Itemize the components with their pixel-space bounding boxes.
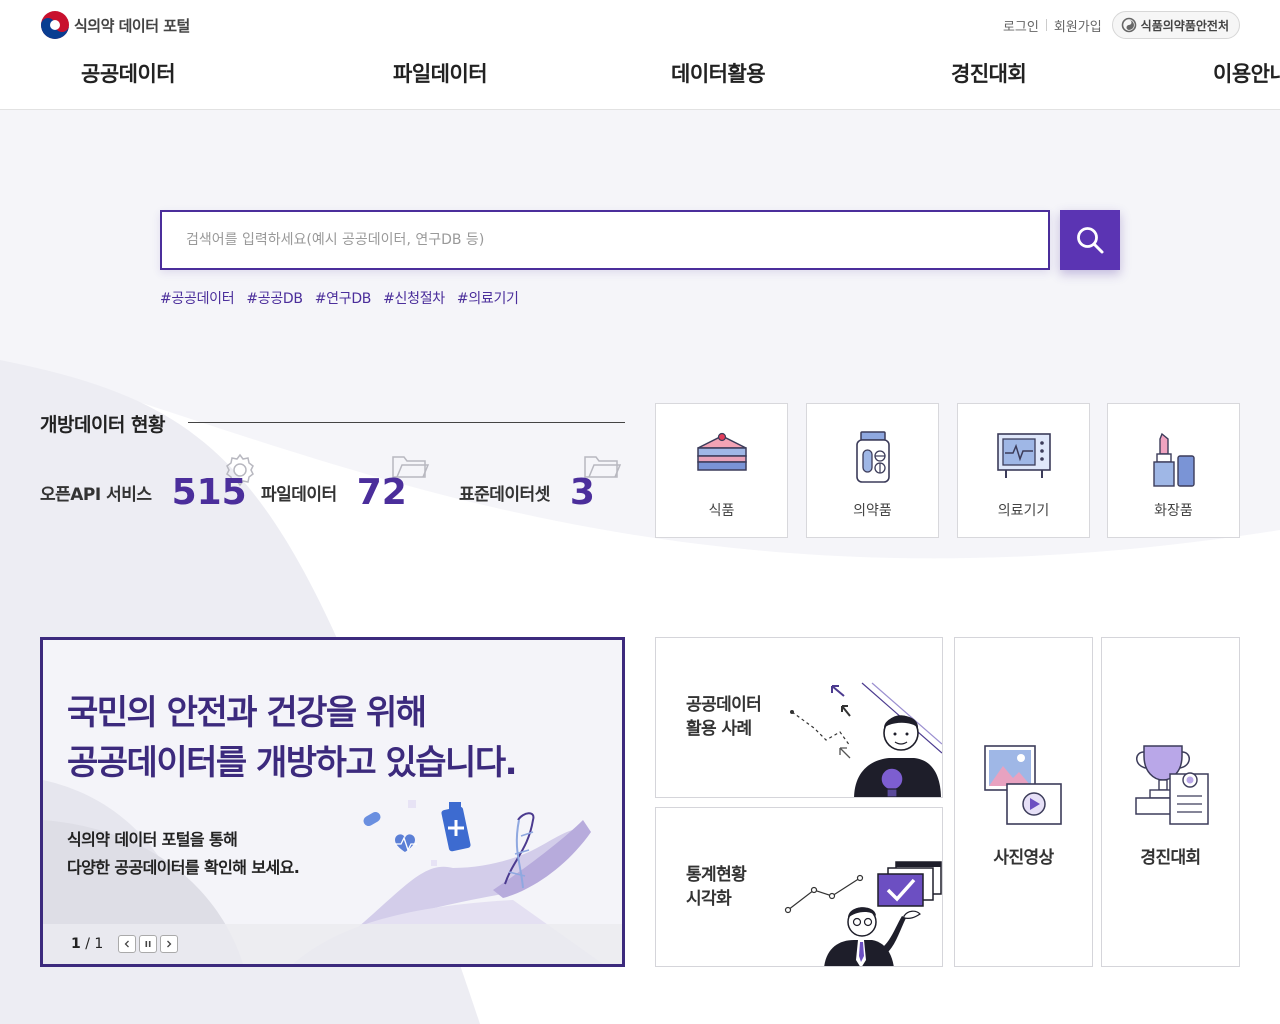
card-label-line: 활용 사례	[686, 719, 752, 739]
monitor-device-icon	[996, 433, 1051, 478]
site-logo[interactable]: 식의약 데이터 포털	[40, 10, 190, 40]
cosmetics-icon	[1152, 432, 1195, 487]
stat-openapi[interactable]: 오픈API 서비스 515	[40, 472, 247, 513]
medicine-bottle-icon	[855, 431, 890, 483]
logo-text: 식의약 데이터 포털	[74, 16, 190, 35]
photo-video-icon	[984, 745, 1062, 825]
stat-standard-dataset[interactable]: 표준데이터셋 3	[459, 472, 595, 513]
slider-controls: 1 / 1	[43, 924, 622, 964]
nav-file-data[interactable]: 파일데이터	[393, 58, 488, 88]
category-label: 의료기기	[997, 503, 1050, 519]
taegeuk-logo-icon	[41, 11, 69, 39]
trophy-certificate-icon	[1135, 745, 1209, 825]
slide-total: 1	[94, 936, 104, 952]
card-contest[interactable]: 경진대회	[1101, 637, 1240, 967]
mfds-logo-icon	[1121, 17, 1136, 33]
site-header: 식의약 데이터 포털 로그인 회원가입 식품의약품안전처 공공데이터 파일데이터…	[0, 0, 1280, 110]
nav-data-usage[interactable]: 데이터활용	[671, 58, 766, 88]
divider	[188, 422, 625, 423]
open-data-status-title: 개방데이터 현황	[40, 414, 165, 436]
stat-label: 오픈API 서비스	[40, 485, 152, 505]
promo-banner[interactable]: 국민의 안전과 건강을 위해 공공데이터를 개방하고 있습니다. 식의약 데이터…	[40, 637, 625, 967]
slide-current: 1	[71, 936, 81, 952]
tag-link[interactable]: #연구DB	[315, 288, 372, 308]
stat-label: 표준데이터셋	[459, 485, 550, 505]
card-label: 공공데이터 활용 사례	[686, 693, 762, 741]
slide-separator: /	[85, 936, 90, 952]
cake-icon	[696, 432, 747, 471]
pause-icon	[145, 941, 151, 947]
tag-link[interactable]: #신청절차	[383, 288, 445, 308]
promo-headline-line: 국민의 안전과 건강을 위해	[67, 693, 427, 733]
tag-link[interactable]: #공공데이터	[160, 288, 235, 308]
person-idea-illustration	[790, 682, 942, 797]
nav-public-data[interactable]: 공공데이터	[81, 58, 176, 88]
search-button[interactable]	[1060, 210, 1120, 270]
card-data-usecase[interactable]: 공공데이터 활용 사례	[655, 637, 943, 798]
search-input[interactable]	[160, 210, 1050, 270]
promo-subtext-line: 식의약 데이터 포털을 통해	[67, 830, 238, 849]
utility-menu: 로그인 회원가입 식품의약품안전처	[1003, 11, 1240, 39]
promo-headline: 국민의 안전과 건강을 위해 공공데이터를 개방하고 있습니다.	[67, 688, 518, 788]
card-label-line: 시각화	[686, 889, 732, 909]
main-nav: 공공데이터 파일데이터 데이터활용 경진대회 이용안내	[0, 58, 1280, 92]
card-label: 사진영상	[993, 848, 1054, 868]
card-statistics-visualization[interactable]: 통계현황 시각화	[655, 807, 943, 967]
card-label: 통계현황 시각화	[686, 863, 747, 911]
chevron-right-icon	[167, 940, 172, 948]
card-label-line: 통계현황	[686, 865, 747, 885]
person-chart-illustration	[784, 861, 942, 966]
card-label: 경진대회	[1140, 848, 1201, 868]
category-medical-device[interactable]: 의료기기	[957, 403, 1090, 538]
card-label-line: 공공데이터	[686, 695, 762, 715]
next-slide-button[interactable]	[160, 935, 179, 953]
card-photo-video[interactable]: 사진영상	[954, 637, 1093, 967]
mfds-link-button[interactable]: 식품의약품안전처	[1111, 11, 1240, 39]
category-cosmetics[interactable]: 화장품	[1107, 403, 1240, 538]
stat-value: 515	[171, 472, 247, 513]
login-link[interactable]: 로그인	[1003, 16, 1039, 35]
search-icon	[1077, 227, 1104, 254]
tag-link[interactable]: #의료기기	[457, 288, 519, 308]
mfds-label: 식품의약품안전처	[1140, 18, 1229, 33]
promo-subtext: 식의약 데이터 포털을 통해 다양한 공공데이터를 확인해 보세요.	[67, 826, 300, 882]
promo-subtext-line: 다양한 공공데이터를 확인해 보세요.	[67, 858, 300, 877]
category-label: 의약품	[853, 503, 892, 519]
category-label: 화장품	[1154, 503, 1193, 519]
promo-headline-line: 공공데이터를 개방하고 있습니다.	[67, 743, 518, 783]
stat-value: 3	[569, 472, 595, 513]
prev-slide-button[interactable]	[118, 935, 137, 953]
stat-file-data[interactable]: 파일데이터 72	[261, 472, 407, 513]
tag-link[interactable]: #공공DB	[246, 288, 303, 308]
stat-value: 72	[356, 472, 407, 513]
stat-label: 파일데이터	[261, 485, 337, 505]
divider	[1045, 19, 1047, 31]
category-food[interactable]: 식품	[655, 403, 788, 538]
slide-pagination: 1 / 1	[71, 936, 103, 952]
signup-link[interactable]: 회원가입	[1054, 16, 1102, 35]
nav-contest[interactable]: 경진대회	[951, 58, 1027, 88]
category-medicine[interactable]: 의약품	[806, 403, 939, 538]
popular-tags: #공공데이터 #공공DB #연구DB #신청절차 #의료기기	[160, 288, 519, 308]
chevron-left-icon	[124, 940, 130, 948]
nav-guide[interactable]: 이용안내	[1213, 58, 1280, 88]
pause-slide-button[interactable]	[139, 935, 158, 953]
category-label: 식품	[708, 503, 735, 519]
